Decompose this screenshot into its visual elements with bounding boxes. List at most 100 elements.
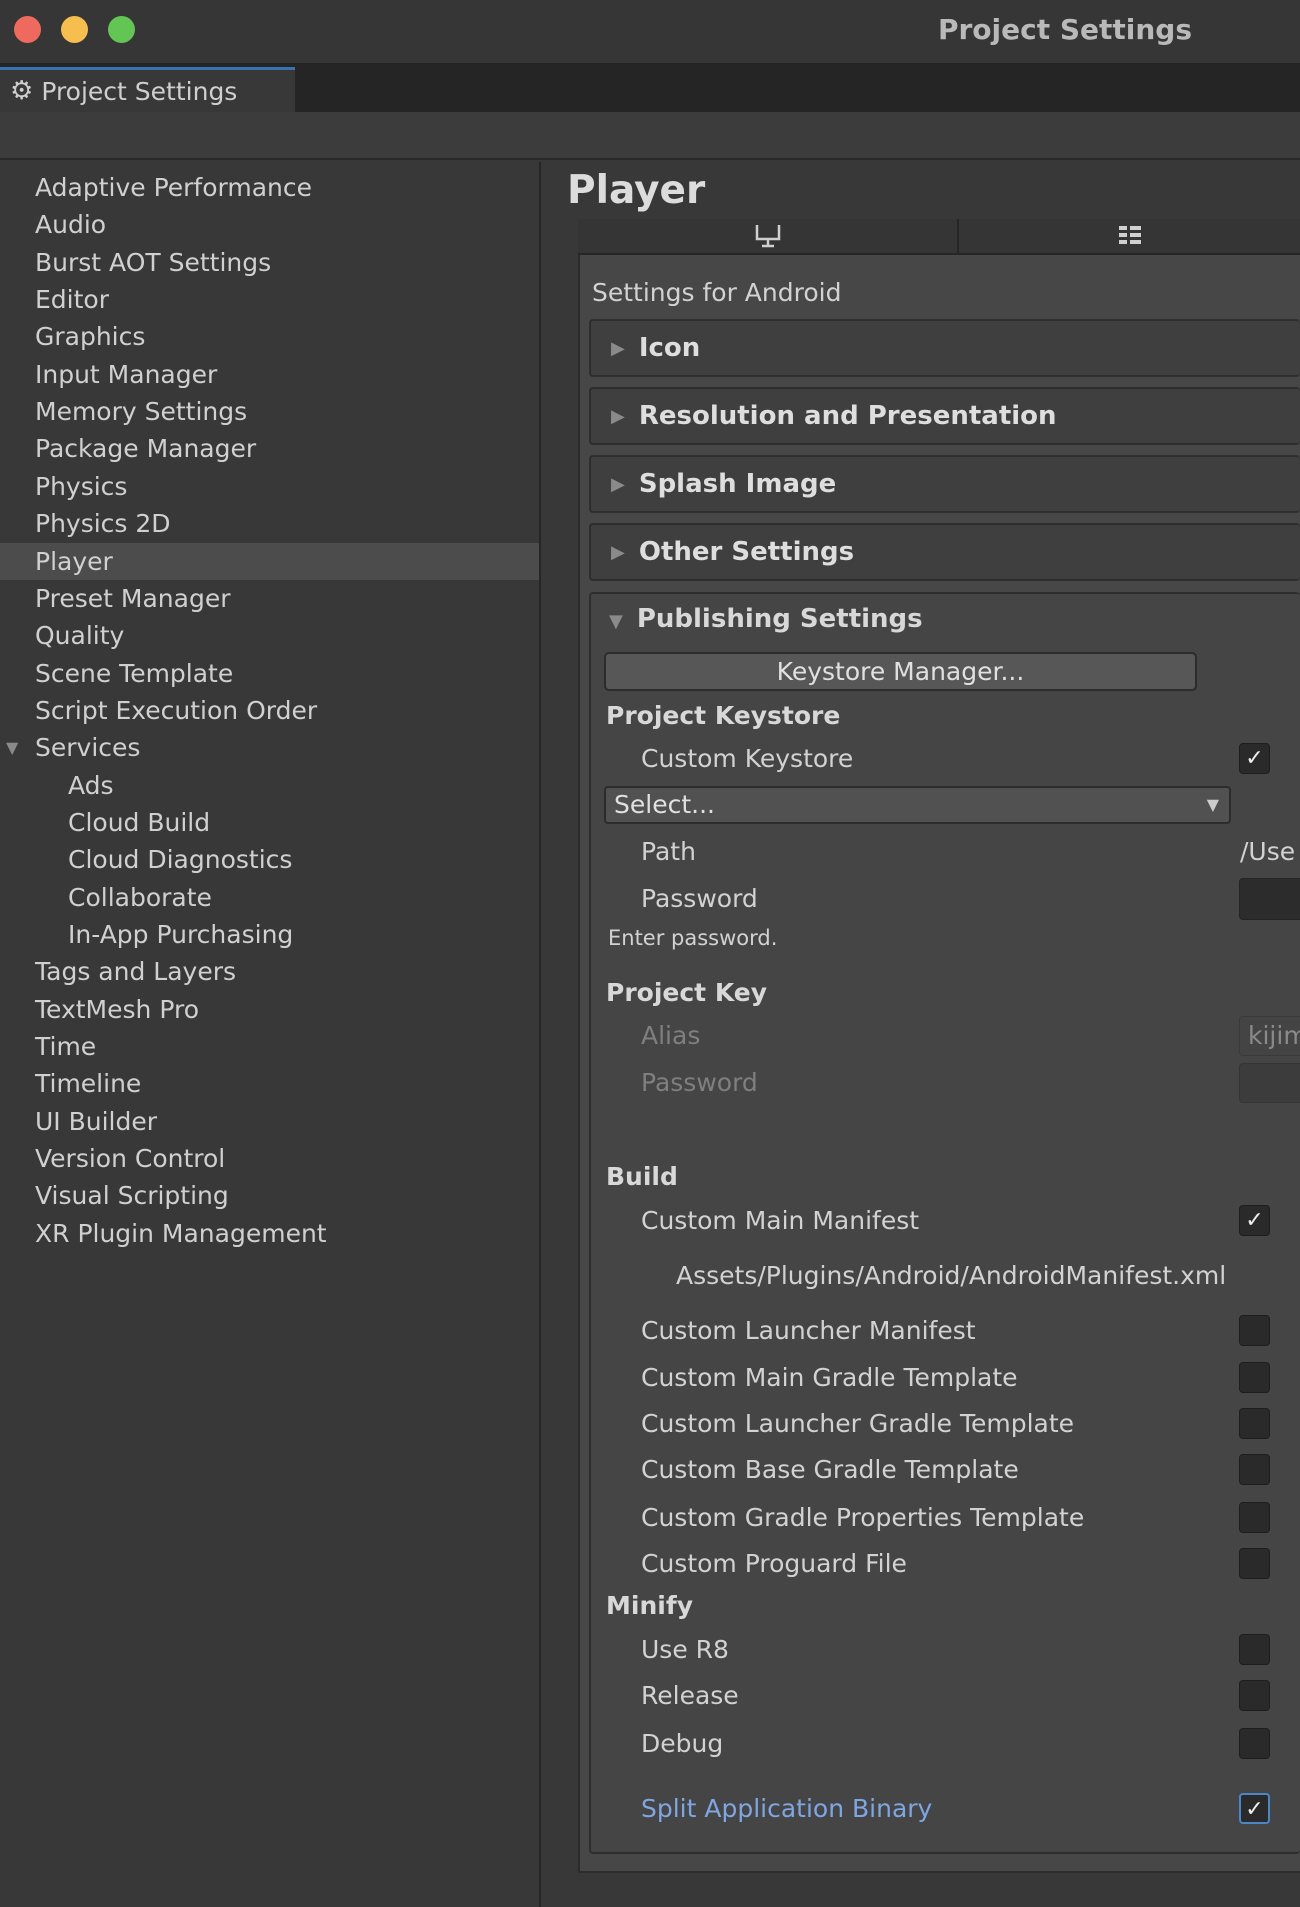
triangle-right-icon: ▶ (611, 337, 625, 359)
sidebar-item-label: Input Manager (35, 359, 218, 389)
sidebar-item-label: Timeline (35, 1069, 142, 1099)
sidebar-item-burst-aot-settings[interactable]: Burst AOT Settings (0, 244, 539, 281)
maximize-button[interactable] (108, 16, 135, 43)
sidebar-item-script-execution-order[interactable]: Script Execution Order (0, 692, 539, 729)
triangle-right-icon: ▶ (611, 405, 625, 427)
sidebar-item-quality[interactable]: Quality (0, 617, 539, 654)
sidebar-item-physics-2d[interactable]: Physics 2D (0, 505, 539, 542)
minimize-button[interactable] (61, 16, 88, 43)
sidebar-item-in-app-purchasing[interactable]: In-App Purchasing (0, 916, 539, 953)
project-key-header: Project Key (606, 978, 768, 1007)
sidebar-item-time[interactable]: Time (0, 1028, 539, 1065)
custom-proguard-file-checkbox[interactable] (1239, 1548, 1270, 1579)
triangle-right-icon: ▶ (611, 473, 625, 495)
foldout-splash-image[interactable]: ▶ Splash Image (589, 455, 1300, 513)
custom-launcher-gradle-template-checkbox[interactable] (1239, 1408, 1270, 1439)
sidebar-item-audio[interactable]: Audio (0, 206, 539, 243)
foldout-resolution[interactable]: ▶ Resolution and Presentation (589, 387, 1300, 445)
platform-tab-desktop[interactable] (578, 219, 957, 253)
keystore-password-label: Password (641, 884, 758, 913)
debug-label: Debug (641, 1729, 724, 1758)
manifest-path: Assets/Plugins/Android/AndroidManifest.x… (676, 1261, 1227, 1290)
sidebar-item-physics[interactable]: Physics (0, 468, 539, 505)
tab-divider (957, 219, 959, 255)
dropdown-value: Select... (614, 790, 715, 819)
sidebar-item-ads[interactable]: Ads (0, 767, 539, 804)
sidebar-item-label: Preset Manager (35, 583, 231, 613)
sidebar-item-cloud-build[interactable]: Cloud Build (0, 804, 539, 841)
key-password-input[interactable] (1239, 1063, 1300, 1103)
custom-launcher-manifest-label: Custom Launcher Manifest (641, 1316, 976, 1345)
keystore-password-input[interactable] (1239, 878, 1300, 920)
sidebar-item-input-manager[interactable]: Input Manager (0, 356, 539, 393)
sidebar-item-collaborate[interactable]: Collaborate (0, 879, 539, 916)
foldout-publishing-settings[interactable]: ▼ Publishing Settings (609, 604, 923, 637)
sidebar-item-label: Player (35, 546, 113, 576)
sidebar-item-xr-plugin-management[interactable]: XR Plugin Management (0, 1215, 539, 1252)
platform-tab-android[interactable] (959, 219, 1300, 253)
sidebar-item-label: Cloud Build (68, 807, 211, 837)
sidebar-item-label: Editor (35, 285, 109, 315)
sidebar-item-timeline[interactable]: Timeline (0, 1065, 539, 1102)
tab-project-settings[interactable]: ⚙ Project Settings (0, 67, 295, 112)
sidebar-item-label: Quality (35, 621, 125, 651)
path-value: /Use (1240, 837, 1296, 866)
sidebar-item-label: Visual Scripting (35, 1181, 229, 1211)
sidebar: Adaptive Performance Audio Burst AOT Setti… (0, 162, 541, 1907)
custom-main-gradle-template-label: Custom Main Gradle Template (641, 1363, 1018, 1392)
sidebar-item-label: Memory Settings (35, 397, 248, 427)
alias-dropdown[interactable]: kijim (1239, 1016, 1300, 1056)
window-title: Project Settings (937, 13, 1193, 46)
keystore-manager-button[interactable]: Keystore Manager... (604, 652, 1197, 691)
sidebar-item-cloud-diagnostics[interactable]: Cloud Diagnostics (0, 841, 539, 878)
custom-proguard-file-label: Custom Proguard File (641, 1549, 907, 1578)
sidebar-item-tags-and-layers[interactable]: Tags and Layers (0, 953, 539, 990)
path-label: Path (641, 837, 696, 866)
sidebar-item-services[interactable]: ▼ Services (0, 729, 539, 766)
keystore-select-dropdown[interactable]: Select... ▼ (604, 786, 1231, 824)
sidebar-item-label: Scene Template (35, 658, 234, 688)
use-r8-checkbox[interactable] (1239, 1634, 1270, 1665)
sidebar-item-graphics[interactable]: Graphics (0, 318, 539, 355)
foldout-icon[interactable]: ▶ Icon (589, 319, 1300, 377)
sidebar-item-visual-scripting[interactable]: Visual Scripting (0, 1177, 539, 1214)
foldout-label: Resolution and Presentation (638, 401, 1057, 431)
triangle-right-icon: ▶ (611, 541, 625, 563)
sidebar-item-textmesh-pro[interactable]: TextMesh Pro (0, 991, 539, 1028)
debug-checkbox[interactable] (1239, 1728, 1270, 1759)
release-label: Release (641, 1681, 739, 1710)
custom-main-gradle-template-checkbox[interactable] (1239, 1362, 1270, 1393)
sidebar-item-package-manager[interactable]: Package Manager (0, 430, 539, 467)
sidebar-item-editor[interactable]: Editor (0, 281, 539, 318)
tab-label: Project Settings (41, 76, 238, 106)
custom-keystore-label: Custom Keystore (641, 744, 854, 773)
chevron-down-icon: ▼ (1206, 795, 1219, 814)
foldout-label: Icon (638, 333, 701, 363)
sidebar-item-version-control[interactable]: Version Control (0, 1140, 539, 1177)
split-application-binary-checkbox[interactable]: ✓ (1239, 1793, 1270, 1824)
close-button[interactable] (14, 16, 41, 43)
triangle-down-icon[interactable]: ▼ (6, 729, 18, 766)
sidebar-item-label: TextMesh Pro (35, 994, 199, 1024)
sidebar-item-ui-builder[interactable]: UI Builder (0, 1103, 539, 1140)
foldout-label: Splash Image (638, 469, 837, 499)
sidebar-item-preset-manager[interactable]: Preset Manager (0, 580, 539, 617)
sidebar-item-adaptive-performance[interactable]: Adaptive Performance (0, 169, 539, 206)
custom-launcher-manifest-checkbox[interactable] (1239, 1315, 1270, 1346)
sidebar-item-memory-settings[interactable]: Memory Settings (0, 393, 539, 430)
sidebar-item-label: In-App Purchasing (68, 920, 294, 949)
platform-tabs (578, 219, 1300, 255)
use-r8-label: Use R8 (641, 1635, 729, 1664)
custom-main-manifest-checkbox[interactable]: ✓ (1239, 1205, 1270, 1236)
custom-gradle-properties-template-checkbox[interactable] (1239, 1502, 1270, 1533)
sidebar-item-player[interactable]: Player (0, 542, 539, 580)
sidebar-item-scene-template[interactable]: Scene Template (0, 655, 539, 692)
sidebar-item-label: Tags and Layers (35, 957, 237, 987)
custom-base-gradle-template-checkbox[interactable] (1239, 1454, 1270, 1485)
custom-keystore-checkbox[interactable]: ✓ (1239, 743, 1270, 774)
split-application-binary-label: Split Application Binary (641, 1794, 933, 1823)
sidebar-item-label: Package Manager (35, 434, 257, 464)
release-checkbox[interactable] (1239, 1680, 1270, 1711)
foldout-other-settings[interactable]: ▶ Other Settings (589, 523, 1300, 581)
project-keystore-header: Project Keystore (606, 701, 841, 730)
